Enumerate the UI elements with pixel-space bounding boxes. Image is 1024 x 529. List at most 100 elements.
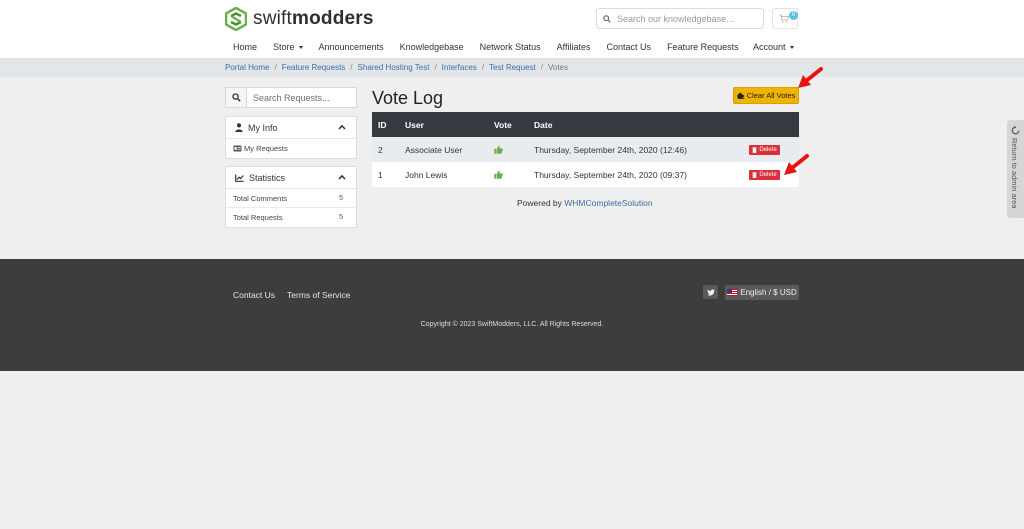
eraser-icon <box>737 92 745 99</box>
nav-home[interactable]: Home <box>233 42 257 52</box>
account-nav: Account <box>745 36 802 58</box>
breadcrumb-separator: / <box>434 63 437 72</box>
nav-account-label: Account <box>753 42 786 52</box>
chart-line-icon <box>235 174 244 182</box>
thumbs-up-icon <box>494 170 503 179</box>
thumbs-up-icon <box>494 145 503 154</box>
stat-label: Total Requests <box>233 213 283 222</box>
return-to-admin-label: Return to admin area <box>1010 138 1019 209</box>
statistics-panel-header[interactable]: Statistics <box>226 167 356 189</box>
cell-user: Associate User <box>405 145 463 155</box>
column-header-id[interactable]: ID <box>378 120 387 130</box>
nav-contact-us[interactable]: Contact Us <box>607 42 652 52</box>
powered-by: Powered by WHMCompleteSolution <box>517 198 653 208</box>
stat-label: Total Comments <box>233 193 288 203</box>
search-button[interactable] <box>226 88 247 107</box>
brand-logo[interactable]: swiftmodders <box>225 7 374 31</box>
cell-date: Thursday, September 24th, 2020 (09:37) <box>534 170 687 180</box>
search-icon <box>597 14 617 23</box>
trash-icon <box>752 172 758 178</box>
nav-feature-requests[interactable]: Feature Requests <box>667 42 739 52</box>
stat-count: 5 <box>339 214 343 221</box>
twitter-button[interactable] <box>703 285 718 299</box>
site-footer: Contact Us Terms of Service English / $ … <box>0 259 1024 371</box>
column-header-vote[interactable]: Vote <box>494 120 512 130</box>
breadcrumb-separator: / <box>481 63 485 72</box>
whmcs-link[interactable]: WHMCompleteSolution <box>564 198 652 208</box>
search-icon <box>231 93 241 102</box>
statistics-panel: Statistics Total Comments 5 Total Reques… <box>225 166 357 228</box>
logo-icon <box>225 7 247 31</box>
footer-contact-us[interactable]: Contact Us <box>233 290 275 300</box>
column-header-date[interactable]: Date <box>534 120 552 130</box>
delete-label: Delete <box>759 147 777 153</box>
red-arrow-annotation-icon <box>798 67 823 88</box>
breadcrumb-current: Votes <box>547 63 568 72</box>
user-icon <box>235 123 243 132</box>
brand-name: swiftmodders <box>253 8 374 29</box>
breadcrumb: Portal Home / Feature Requests / Shared Ho… <box>225 58 568 77</box>
footer-terms-of-service[interactable]: Terms of Service <box>287 290 350 300</box>
knowledgebase-search[interactable] <box>596 8 764 29</box>
nav-account[interactable]: Account <box>753 42 794 52</box>
clear-all-votes-label: Clear All Votes <box>746 91 796 100</box>
nav-affiliates[interactable]: Affiliates <box>557 42 591 52</box>
us-flag-icon <box>727 289 738 296</box>
id-card-icon <box>233 145 242 152</box>
twitter-icon <box>706 288 715 296</box>
request-search <box>225 87 357 108</box>
chevron-down-icon <box>789 45 794 49</box>
breadcrumb-shared-hosting-test[interactable]: Shared Hosting Test <box>358 63 430 72</box>
breadcrumb-bar: Portal Home / Feature Requests / Shared Ho… <box>0 58 1024 77</box>
table-row: 2 Associate User Thursday, September 24t… <box>372 137 799 162</box>
statistics-title: Statistics <box>249 172 286 183</box>
cell-date: Thursday, September 24th, 2020 (12:46) <box>534 145 687 155</box>
nav-store[interactable]: Store <box>273 42 303 52</box>
my-requests-link[interactable]: My Requests <box>226 139 356 158</box>
return-to-admin-tab[interactable]: Return to admin area <box>1007 120 1024 218</box>
my-info-panel: My Info My Requests <box>225 116 357 159</box>
nav-knowledgebase[interactable]: Knowledgebase <box>400 42 464 52</box>
cell-id: 2 <box>378 145 383 155</box>
delete-label: Delete <box>759 172 777 178</box>
request-search-input[interactable] <box>247 88 355 107</box>
language-currency-label: English / $ USD <box>740 288 797 297</box>
chevron-down-icon <box>298 45 303 49</box>
vote-log-table: ID User Vote Date 2 Associate User Thurs… <box>372 112 799 187</box>
chevron-up-icon <box>338 174 346 180</box>
language-currency-selector[interactable]: English / $ USD <box>725 285 799 300</box>
powered-by-prefix: Powered by <box>517 198 562 208</box>
my-info-panel-header[interactable]: My Info <box>226 117 356 139</box>
cell-user: John Lewis <box>405 170 448 180</box>
breadcrumb-interfaces[interactable]: Interfaces <box>442 63 477 72</box>
page-title: Vote Log <box>372 88 444 108</box>
breadcrumb-feature-requests[interactable]: Feature Requests <box>282 63 346 72</box>
cart-button[interactable]: 0 <box>772 8 798 29</box>
red-arrow-annotation-icon <box>784 154 809 175</box>
breadcrumb-separator: / <box>274 63 277 72</box>
delete-vote-button[interactable]: Delete <box>749 145 780 155</box>
breadcrumb-portal-home[interactable]: Portal Home <box>225 63 269 72</box>
clear-all-votes-button[interactable]: Clear All Votes <box>733 87 799 104</box>
my-requests-label: My Requests <box>244 144 288 153</box>
cart-icon <box>779 14 789 23</box>
chevron-up-icon <box>338 124 346 130</box>
breadcrumb-separator: / <box>350 63 353 72</box>
main-nav: Home Store Announcements Knowledgebase N… <box>225 36 747 58</box>
stat-row-total-comments: Total Comments 5 <box>226 189 356 208</box>
nav-network-status[interactable]: Network Status <box>480 42 541 52</box>
copyright-text: Copyright © 2023 SwiftModders, LLC. All … <box>420 321 604 328</box>
nav-announcements[interactable]: Announcements <box>319 42 384 52</box>
site-header: swiftmodders 0 Home Store Announcements … <box>0 0 1024 58</box>
delete-vote-button[interactable]: Delete <box>749 170 780 180</box>
breadcrumb-test-request[interactable]: Test Request <box>489 63 536 72</box>
nav-store-label: Store <box>273 42 295 52</box>
cell-id: 1 <box>378 170 383 180</box>
table-header: ID User Vote Date <box>372 112 799 137</box>
trash-icon <box>752 147 758 153</box>
knowledgebase-search-input[interactable] <box>617 13 757 24</box>
stat-row-total-requests: Total Requests 5 <box>226 208 356 227</box>
breadcrumb-separator: / <box>540 63 543 72</box>
cart-count-badge: 0 <box>789 11 798 20</box>
column-header-user[interactable]: User <box>405 120 424 130</box>
